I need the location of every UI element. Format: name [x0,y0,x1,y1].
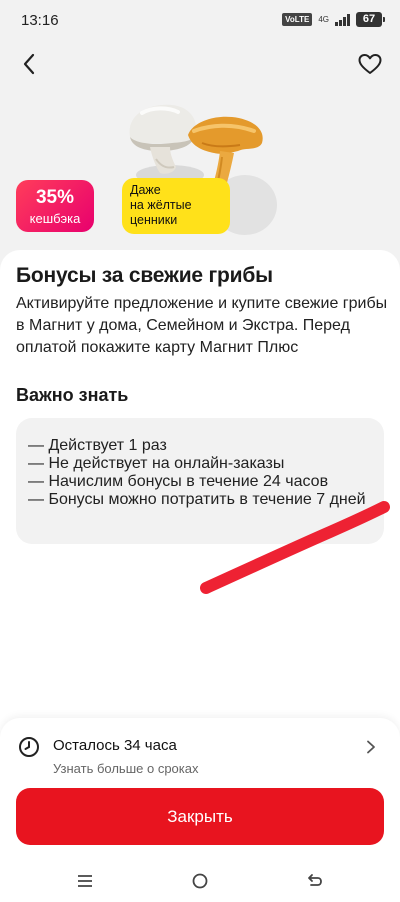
rule-item: — Не действует на онлайн-заказы [28,455,285,472]
clock-icon [19,737,39,757]
volte-badge: VoLTE [282,13,313,26]
system-back-button[interactable] [306,872,324,890]
network-type: 4G [318,15,329,24]
timer-row[interactable]: Осталось 34 часа Узнать больше о сроках [0,730,400,778]
rules-box: — Действует 1 раз — Не действует на онла… [16,418,384,544]
bottom-panel: Осталось 34 часа Узнать больше о сроках … [0,718,400,858]
home-button[interactable] [191,872,209,890]
menu-button[interactable] [76,872,94,890]
close-button[interactable]: Закрыть [16,788,384,845]
cashback-label: кешбэка [29,211,81,226]
yellow-tag-line: на жёлтые [130,198,192,212]
chevron-left-icon [23,53,35,75]
battery-icon: 67 [356,12,385,27]
timer-title: Осталось 34 часа [53,737,177,754]
timer-subtitle: Узнать больше о сроках [53,761,199,776]
menu-icon [78,875,92,887]
battery-level: 67 [362,13,376,25]
rule-item: — Бонусы можно потратить в течение 7 дне… [28,491,366,508]
heart-outline-icon [358,54,382,74]
status-indicators: VoLTE 4G 67 [282,12,385,27]
yellow-tag-line: ценники [130,213,178,227]
back-button[interactable] [16,50,44,78]
offer-description: Активируйте предложение и купите свежие … [16,295,388,356]
yellow-tag-line: Даже [130,183,161,197]
status-bar: 13:16 VoLTE 4G 67 [0,0,400,40]
back-arrow-icon [308,874,322,886]
rule-item: — Начислим бонусы в течение 24 часов [28,473,329,490]
rule-item: — Действует 1 раз [28,437,167,454]
favorite-button[interactable] [356,50,384,78]
rules-list: — Действует 1 раз — Не действует на онла… [28,437,372,509]
cashback-badge: 35% кешбэка [16,180,94,232]
offer-title: Бонусы за свежие грибы [16,264,273,287]
section-title: Важно знать [16,385,129,405]
system-nav-bar [0,858,400,902]
home-circle-icon [192,873,208,889]
status-time: 13:16 [21,12,59,29]
chevron-right-icon [367,740,375,754]
hero-banner: 35% кешбэка Даже на жёлтые ценники [0,40,400,270]
cashback-value: 35% [35,187,75,208]
signal-icon [335,13,350,26]
yellow-price-tag: Даже на жёлтые ценники [122,178,230,234]
